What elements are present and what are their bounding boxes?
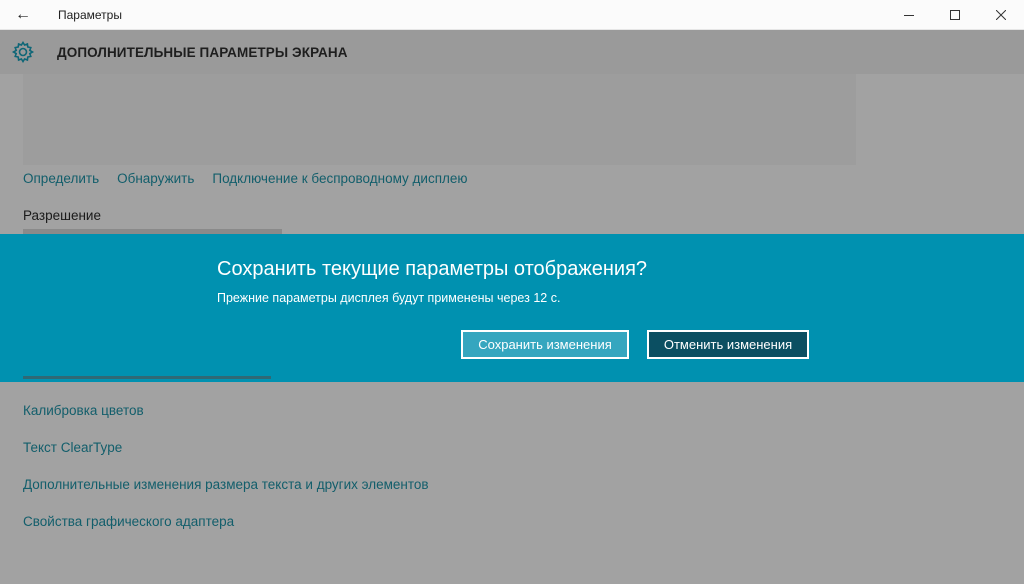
close-button[interactable] xyxy=(978,0,1024,30)
window-title: Параметры xyxy=(58,7,122,22)
cleartype-text-link[interactable]: Текст ClearType xyxy=(23,440,429,456)
back-button[interactable]: ← xyxy=(0,0,46,30)
save-changes-button[interactable]: Сохранить изменения xyxy=(461,330,629,359)
maximize-button[interactable] xyxy=(932,0,978,30)
minimize-icon xyxy=(904,14,914,16)
maximize-icon xyxy=(950,9,960,20)
display-actions: Определить Обнаружить Подключение к бесп… xyxy=(23,171,468,186)
settings-header: ДОПОЛНИТЕЛЬНЫЕ ПАРАМЕТРЫ ЭКРАНА xyxy=(0,30,1024,74)
color-calibration-link[interactable]: Калибровка цветов xyxy=(23,403,429,419)
revert-changes-button[interactable]: Отменить изменения xyxy=(647,330,809,359)
keep-display-settings-dialog: Сохранить текущие параметры отображения?… xyxy=(0,234,1024,382)
display-adapter-properties-link[interactable]: Свойства графического адаптера xyxy=(23,514,429,530)
page-title: ДОПОЛНИТЕЛЬНЫЕ ПАРАМЕТРЫ ЭКРАНА xyxy=(57,44,348,60)
resolution-label: Разрешение xyxy=(23,208,101,223)
title-bar: ← Параметры xyxy=(0,0,1024,30)
dialog-title: Сохранить текущие параметры отображения? xyxy=(217,258,648,280)
gear-icon xyxy=(11,41,35,63)
detect-link[interactable]: Обнаружить xyxy=(117,171,194,186)
obscured-heading xyxy=(23,376,271,382)
back-arrow-icon: ← xyxy=(15,5,31,23)
identify-link[interactable]: Определить xyxy=(23,171,99,186)
close-icon xyxy=(996,9,1006,20)
display-preview-area xyxy=(23,74,856,165)
advanced-text-sizing-link[interactable]: Дополнительные изменения размера текста … xyxy=(23,477,429,493)
dialog-message: Прежние параметры дисплея будут применен… xyxy=(217,291,561,305)
minimize-button[interactable] xyxy=(886,0,932,30)
related-settings-links: Калибровка цветов Текст ClearType Дополн… xyxy=(23,403,429,551)
wireless-display-link[interactable]: Подключение к беспроводному дисплею xyxy=(212,171,467,186)
